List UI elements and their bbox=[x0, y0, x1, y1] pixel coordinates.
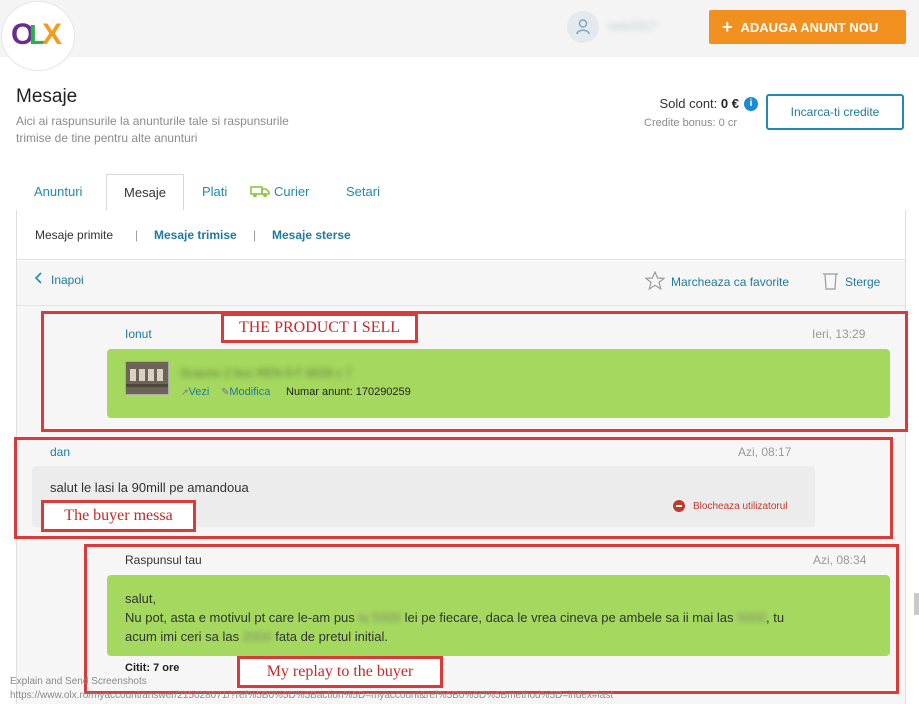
subnav-separator: | bbox=[253, 228, 257, 242]
page-subtitle: Aici ai raspunsurile la anunturile tale … bbox=[16, 114, 289, 145]
star-icon bbox=[644, 270, 666, 291]
favorite-button[interactable]: Marcheaza ca favorite bbox=[644, 270, 790, 291]
annotation-buyer-label: The buyer messa bbox=[41, 500, 196, 532]
back-label: Inapoi bbox=[51, 273, 84, 287]
subnav-received[interactable]: Mesaje primite bbox=[35, 228, 113, 242]
scrollbar-thumb[interactable] bbox=[914, 593, 919, 615]
page-title: Mesaje bbox=[16, 86, 78, 107]
tab-curier-label: Curier bbox=[274, 184, 310, 199]
add-listing-button[interactable]: + ADAUGA ANUNT NOU bbox=[709, 10, 906, 44]
footer-url: https://www.olx.ro/myaccount/answer/2150… bbox=[10, 690, 614, 701]
annotation-product-label: THE PRODUCT I SELL bbox=[221, 313, 418, 343]
delete-button[interactable]: Sterge bbox=[822, 271, 880, 290]
trash-icon bbox=[823, 273, 838, 290]
bonus-credits: Credite bonus: 0 cr bbox=[600, 117, 737, 129]
bonus-label: Credite bonus: bbox=[644, 117, 716, 129]
delete-label: Sterge bbox=[845, 275, 881, 289]
annotation-reply-box bbox=[84, 544, 899, 694]
subnav-separator: | bbox=[135, 228, 139, 242]
account-tabs: Anunturi Mesaje Plati Curier Setari bbox=[16, 174, 906, 211]
annotation-product-box bbox=[41, 311, 908, 432]
tab-setari[interactable]: Setari bbox=[346, 174, 380, 210]
footer-caption: Explain and Send Screenshots bbox=[10, 676, 147, 687]
olx-logo[interactable]: O L X bbox=[2, 2, 74, 70]
balance-value: 0 € bbox=[720, 96, 739, 111]
courier-icon bbox=[250, 186, 270, 198]
messages-subnav: Mesaje primite | Mesaje trimise | Mesaje… bbox=[16, 210, 906, 260]
chevron-left-icon bbox=[34, 272, 42, 284]
add-listing-label: ADAUGA ANUNT NOU bbox=[740, 19, 879, 35]
tab-plati[interactable]: Plati bbox=[202, 174, 227, 210]
annotation-reply-label: My replay to the buyer bbox=[237, 656, 443, 688]
plus-icon: + bbox=[722, 17, 733, 37]
tab-curier[interactable]: Curier bbox=[250, 174, 309, 210]
tab-mesaje[interactable]: Mesaje bbox=[106, 174, 184, 211]
tab-anunturi[interactable]: Anunturi bbox=[34, 174, 82, 210]
subnav-deleted[interactable]: Mesaje sterse bbox=[272, 228, 351, 242]
bonus-value: 0 cr bbox=[718, 117, 737, 129]
load-credits-button[interactable]: Incarca-ti credite bbox=[766, 94, 904, 130]
message-toolbar: Inapoi Marcheaza ca favorite Sterge bbox=[17, 261, 905, 306]
back-link[interactable]: Inapoi bbox=[34, 272, 84, 287]
user-name[interactable]: sele2017 bbox=[608, 19, 688, 33]
balance-label: Sold cont: bbox=[659, 96, 718, 111]
subnav-sent[interactable]: Mesaje trimise bbox=[154, 228, 237, 242]
logo-letter-x: X bbox=[42, 18, 63, 51]
account-balance: Sold cont: 0 € bbox=[600, 96, 739, 111]
user-icon[interactable] bbox=[567, 11, 599, 43]
favorite-label: Marcheaza ca favorite bbox=[671, 275, 790, 289]
info-icon[interactable]: i bbox=[744, 97, 758, 111]
